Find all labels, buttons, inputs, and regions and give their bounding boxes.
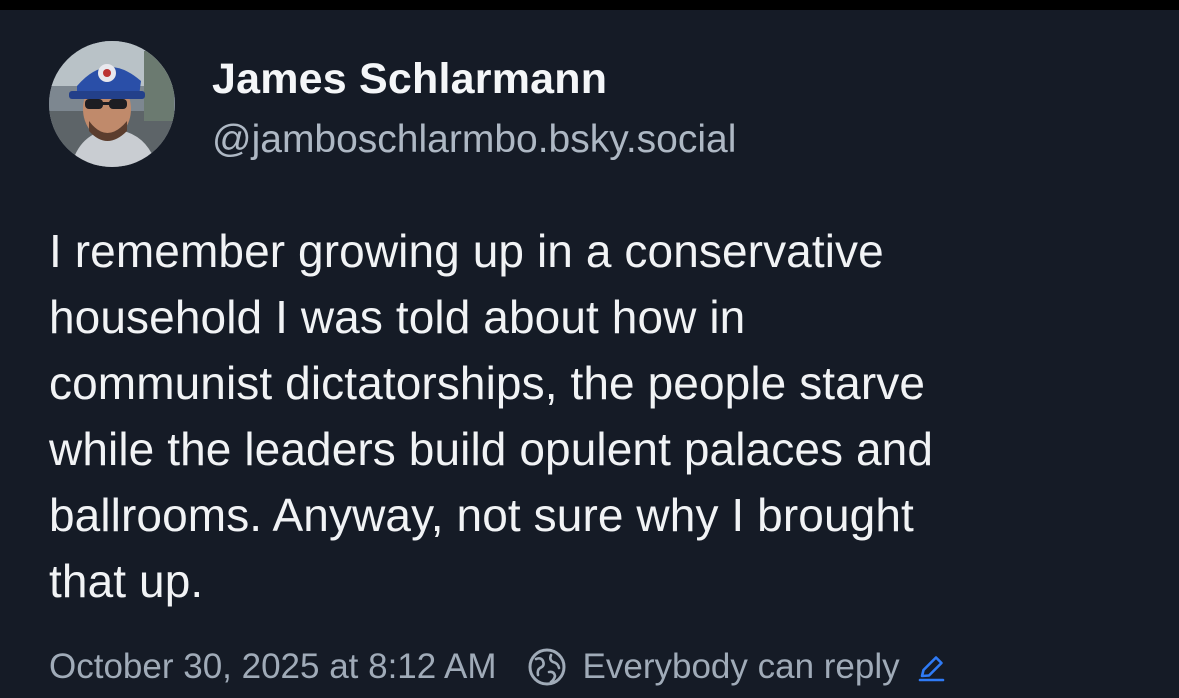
reply-setting-label[interactable]: Everybody can reply: [583, 647, 900, 687]
pencil-icon[interactable]: [916, 652, 946, 682]
post-footer: October 30, 2025 at 8:12 AM Everybody ca…: [49, 642, 946, 692]
author-handle[interactable]: @jamboschlarmbo.bsky.social: [212, 118, 736, 162]
author-display-name[interactable]: James Schlarmann: [212, 55, 607, 104]
globe-icon: [527, 647, 567, 687]
post-timestamp[interactable]: October 30, 2025 at 8:12 AM: [49, 647, 497, 687]
post-text: I remember growing up in a conservative …: [49, 225, 934, 607]
avatar[interactable]: [49, 41, 175, 167]
top-bar: [0, 0, 1179, 10]
avatar-image: [49, 41, 175, 167]
